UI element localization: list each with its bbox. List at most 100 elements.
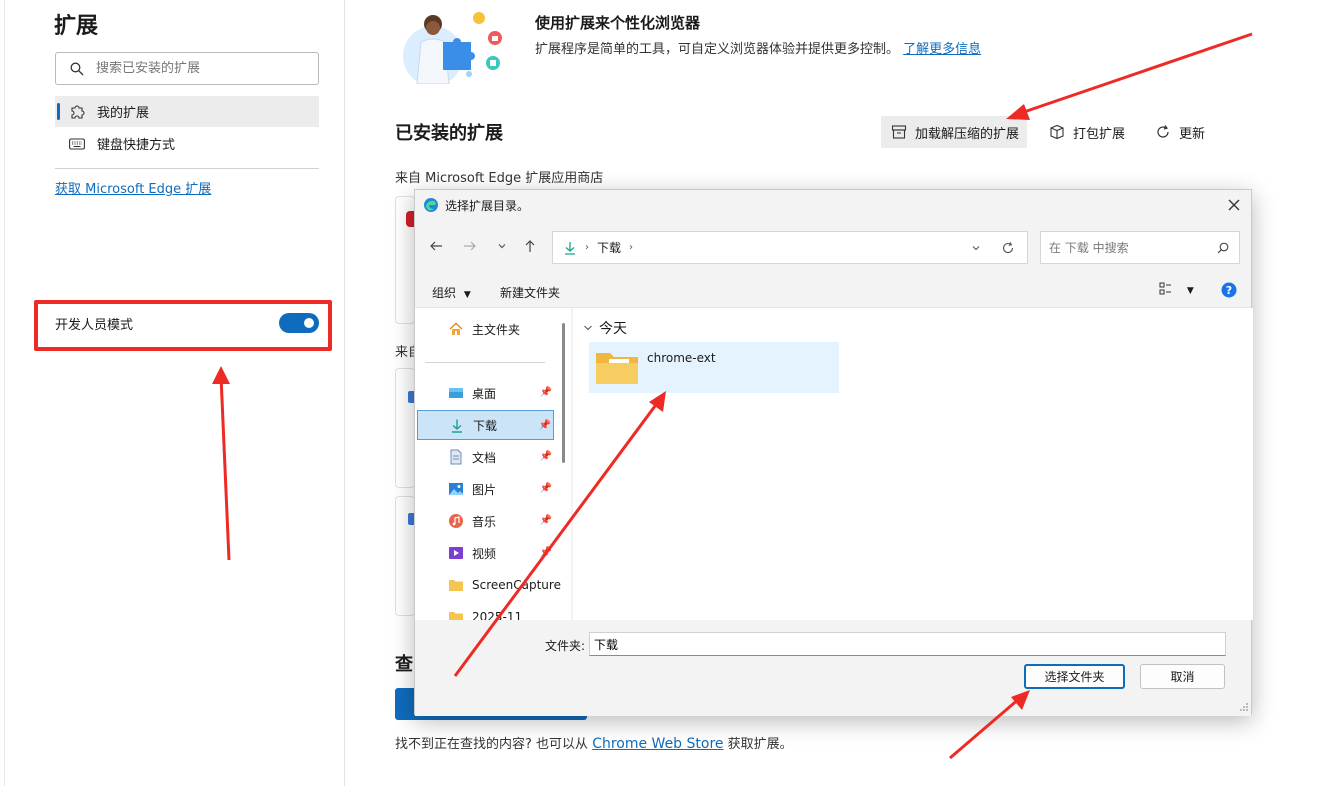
dialog-titlebar: 选择扩展目录。	[415, 190, 1251, 220]
footer-prefix: 找不到正在查找的内容? 也可以从	[395, 737, 589, 752]
address-bar[interactable]: › 下载 ›	[552, 231, 1028, 264]
hero-description: 扩展程序是简单的工具，可自定义浏览器体验并提供更多控制。 了解更多信息	[535, 38, 981, 57]
forward-button[interactable]	[460, 236, 480, 256]
pack-extension-button[interactable]: 打包扩展	[1039, 116, 1133, 148]
group-label: 今天	[599, 321, 627, 337]
package-icon	[1050, 124, 1064, 140]
nav-item-label: 2025-11	[472, 610, 523, 620]
organize-label: 组织	[432, 286, 457, 300]
search-input[interactable]	[96, 61, 296, 76]
pin-icon: 📌	[539, 483, 552, 494]
caret-down-icon: ▼	[1186, 286, 1194, 296]
resize-grip-icon[interactable]	[1237, 702, 1249, 714]
extension-card	[395, 496, 416, 616]
nav-scrollbar[interactable]	[562, 323, 565, 463]
organize-menu[interactable]: 组织 ▼	[432, 284, 471, 301]
footer-text: 找不到正在查找的内容? 也可以从 Chrome Web Store 获取扩展。	[395, 733, 793, 752]
update-button[interactable]: 更新	[1145, 116, 1213, 148]
download-icon	[565, 241, 575, 255]
breadcrumb-separator-icon: ›	[585, 242, 589, 253]
sidebar-divider	[55, 168, 319, 169]
archive-icon	[891, 125, 907, 139]
sidebar-item-label: 键盘快捷方式	[97, 138, 176, 153]
caret-down-icon: ▼	[463, 290, 471, 300]
up-button[interactable]	[520, 236, 540, 256]
new-folder-button[interactable]: 新建文件夹	[500, 284, 560, 301]
nav-item-music[interactable]: 音乐 📌	[417, 506, 554, 536]
pin-icon: 📌	[539, 451, 552, 462]
nav-item-pictures[interactable]: 图片 📌	[417, 474, 554, 504]
help-button[interactable]: ?	[1221, 282, 1237, 301]
nav-item-downloads[interactable]: 下载 📌	[417, 410, 554, 440]
folder-search-input[interactable]	[1049, 240, 1209, 255]
pin-icon: 📌	[538, 420, 551, 431]
chevron-down-icon[interactable]	[971, 243, 981, 253]
folder-name-input[interactable]	[589, 632, 1226, 656]
refresh-icon	[1157, 125, 1169, 138]
nav-item-2025-11[interactable]: 2025-11	[417, 602, 554, 620]
load-unpacked-button[interactable]: 加载解压缩的扩展	[881, 116, 1028, 148]
close-icon[interactable]	[1225, 196, 1243, 214]
developer-mode-label: 开发人员模式	[55, 318, 134, 333]
view-icon	[1159, 282, 1171, 295]
folder-item-chrome-ext[interactable]: chrome-ext	[589, 342, 839, 393]
refresh-icon[interactable]	[1001, 241, 1015, 255]
nav-item-label: 桌面	[472, 386, 497, 401]
arrow-right-icon	[464, 241, 476, 251]
from-store-heading: 来自 Microsoft Edge 扩展应用商店	[395, 171, 604, 186]
nav-item-documents[interactable]: 文档 📌	[417, 442, 554, 472]
document-icon	[450, 449, 462, 465]
load-unpacked-label: 加载解压缩的扩展	[915, 126, 1020, 142]
installed-extensions-title: 已安装的扩展	[395, 123, 503, 144]
folder-name: chrome-ext	[647, 351, 716, 365]
pin-icon: 📌	[539, 387, 552, 398]
svg-text:?: ?	[1226, 284, 1232, 297]
nav-item-screencapture[interactable]: ScreenCapture	[417, 570, 561, 600]
chrome-web-store-link[interactable]: Chrome Web Store	[592, 736, 723, 752]
pin-icon: 📌	[539, 515, 552, 526]
view-options-button[interactable]: ▼	[1159, 282, 1194, 299]
footer-suffix: 获取扩展。	[727, 737, 793, 752]
breadcrumb-separator-icon: ›	[629, 242, 634, 253]
folder-search-box[interactable]	[1040, 231, 1240, 264]
select-folder-button[interactable]: 选择文件夹	[1024, 664, 1125, 689]
home-icon	[449, 322, 463, 335]
sidebar-item-keyboard-shortcuts[interactable]: 键盘快捷方式	[55, 128, 319, 159]
music-icon	[449, 514, 463, 528]
nav-item-videos[interactable]: 视频 📌	[417, 538, 554, 568]
help-icon: ?	[1221, 282, 1237, 298]
nav-item-desktop[interactable]: 桌面 📌	[417, 378, 554, 408]
extension-search[interactable]	[55, 52, 319, 85]
edge-icon	[424, 198, 438, 212]
developer-mode-highlight: 开发人员模式	[34, 300, 332, 351]
update-label: 更新	[1179, 126, 1206, 142]
keyboard-icon	[69, 137, 85, 150]
arrow-up-icon	[525, 240, 535, 252]
group-header[interactable]: 今天	[583, 318, 627, 338]
sidebar: 扩展 我的扩展 键盘快捷方式 获取 Microsoft Edge 扩展 开发人员…	[0, 0, 345, 786]
learn-more-link[interactable]: 了解更多信息	[903, 42, 981, 57]
nav-item-label: 主文件夹	[472, 322, 521, 337]
nav-item-label: 下载	[473, 418, 498, 433]
sidebar-item-my-extensions[interactable]: 我的扩展	[55, 96, 319, 127]
pack-extension-label: 打包扩展	[1073, 126, 1126, 142]
nav-item-home[interactable]: 主文件夹	[417, 314, 554, 344]
video-icon	[449, 547, 463, 559]
chevron-down-icon	[584, 325, 592, 331]
recent-locations-button[interactable]	[492, 236, 512, 256]
get-extensions-link[interactable]: 获取 Microsoft Edge 扩展	[55, 178, 211, 197]
search-icon	[1217, 242, 1229, 254]
hero-title: 使用扩展来个性化浏览器	[535, 14, 701, 32]
arrow-left-icon	[430, 241, 442, 251]
developer-mode-toggle[interactable]	[279, 313, 319, 333]
folder-icon	[449, 612, 463, 620]
download-icon	[452, 419, 462, 433]
address-path[interactable]: 下载	[597, 239, 621, 256]
folder-icon	[596, 353, 638, 384]
cancel-button[interactable]: 取消	[1140, 664, 1225, 689]
dialog-title: 选择扩展目录。	[445, 198, 530, 213]
nav-item-label: ScreenCapture	[472, 578, 561, 592]
back-button[interactable]	[426, 236, 446, 256]
dialog-toolbar: 组织 ▼ 新建文件夹 ▼ ?	[415, 276, 1251, 308]
arrow-to-load-unpacked	[1006, 32, 1253, 120]
